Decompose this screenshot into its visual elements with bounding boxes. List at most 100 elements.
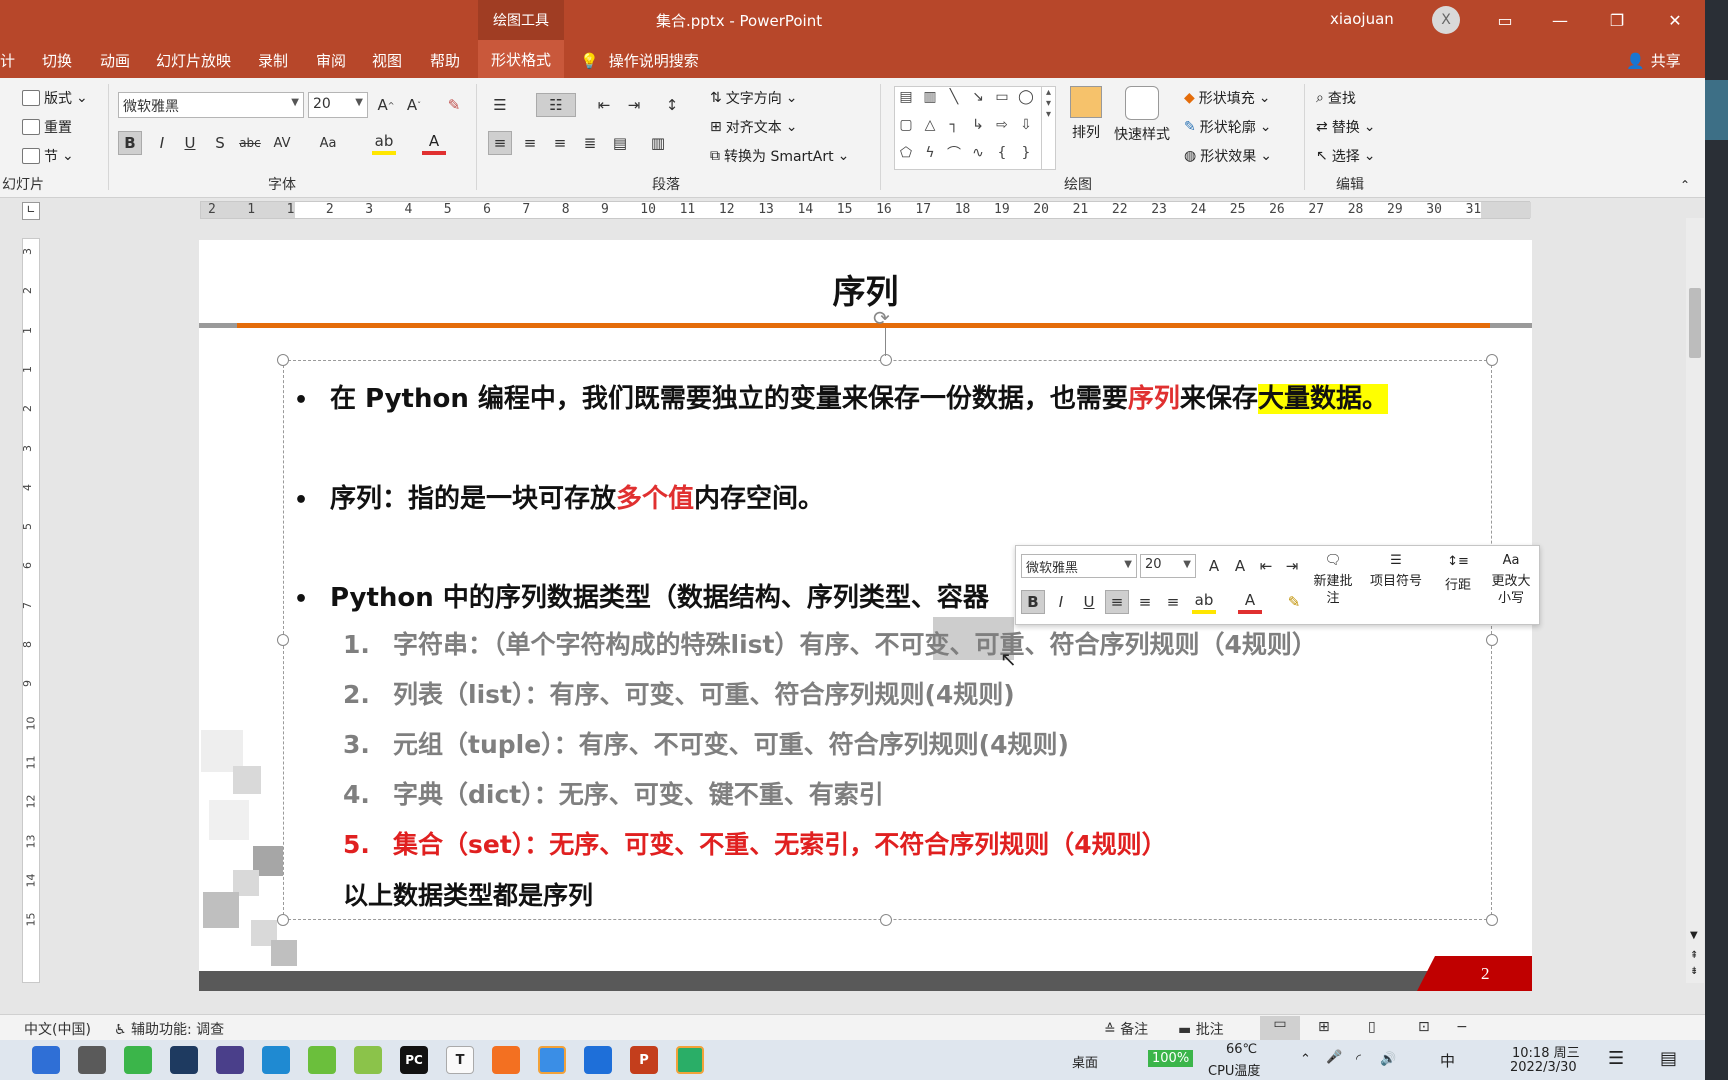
resize-handle[interactable]	[880, 354, 892, 366]
app-icon[interactable]	[78, 1046, 106, 1074]
app-icon[interactable]	[538, 1046, 566, 1074]
change-case-icon[interactable]: Aa	[316, 131, 340, 155]
font-size-combo[interactable]: 20 ▼	[308, 92, 368, 118]
slide-title[interactable]: 序列	[199, 265, 1532, 313]
resize-handle[interactable]	[880, 914, 892, 926]
convert-smartart-button[interactable]: ⧉ 转换为 SmartArt ⌄	[710, 146, 849, 166]
arc-shape-icon[interactable]: ⌒	[945, 145, 963, 162]
app-icon[interactable]	[308, 1046, 336, 1074]
app-icon[interactable]	[354, 1046, 382, 1074]
down-arrow-shape-icon[interactable]: ⇩	[1017, 117, 1035, 133]
scroll-down-icon[interactable]: ▼	[1690, 930, 1698, 941]
rotate-icon[interactable]: ⟳	[873, 306, 890, 330]
grow-font-icon[interactable]: A	[1202, 554, 1226, 578]
columns-icon[interactable]: ▥	[646, 131, 670, 155]
find-button[interactable]: ⌕ 查找	[1316, 88, 1356, 108]
bold-icon[interactable]: B	[118, 131, 142, 155]
clock-date[interactable]: 2022/3/30	[1510, 1060, 1577, 1075]
highlight-icon[interactable]: ab	[1192, 590, 1216, 614]
minimize-icon[interactable]: —	[1535, 0, 1585, 40]
notification-icon[interactable]: ☰	[1608, 1048, 1624, 1069]
bullets-button[interactable]: ☰ 项目符号	[1366, 552, 1426, 590]
ribbon-display-options-icon[interactable]: ▭	[1480, 0, 1530, 40]
rectangle-shape-icon[interactable]: ▭	[993, 89, 1011, 105]
quick-styles-button[interactable]: 快速样式	[1114, 86, 1170, 144]
justify-icon[interactable]: ≣	[578, 131, 602, 155]
collapse-ribbon-icon[interactable]: ⌃	[1680, 178, 1690, 192]
resize-handle[interactable]	[277, 914, 289, 926]
share-button[interactable]: 👤 共享	[1626, 50, 1681, 71]
underline-icon[interactable]: U	[178, 131, 202, 155]
select-button[interactable]: ↖ 选择 ⌄	[1316, 146, 1375, 166]
layout-button[interactable]: 版式 ⌄	[22, 88, 88, 108]
language-status[interactable]: 中文(中国)	[24, 1019, 91, 1039]
microphone-icon[interactable]: 🎤	[1326, 1050, 1342, 1065]
bullets-icon[interactable]: ☰	[488, 93, 512, 117]
prev-slide-icon[interactable]: ⇞	[1690, 950, 1698, 961]
replace-button[interactable]: ⇄ 替换 ⌄	[1316, 117, 1375, 137]
show-hidden-icons-icon[interactable]: ⌃	[1300, 1052, 1311, 1067]
line-shape-icon[interactable]: ╲	[945, 89, 963, 105]
wechat-icon[interactable]	[676, 1046, 704, 1074]
powerpoint-icon[interactable]: P	[630, 1046, 658, 1074]
start-icon[interactable]	[32, 1046, 60, 1074]
arrange-button[interactable]: 排列	[1070, 86, 1102, 142]
section-button[interactable]: 节 ⌄	[22, 146, 74, 166]
tab-view[interactable]: 视图	[372, 50, 402, 71]
restore-icon[interactable]: ❐	[1592, 0, 1642, 40]
vertical-textbox-shape-icon[interactable]: ▥	[921, 89, 939, 105]
font-color-icon[interactable]: A	[1238, 590, 1262, 614]
app-icon[interactable]	[216, 1046, 244, 1074]
elbow-arrow-shape-icon[interactable]: ↳	[969, 117, 987, 133]
tab-slideshow[interactable]: 幻灯片放映	[156, 50, 231, 71]
resize-handle[interactable]	[1486, 354, 1498, 366]
action-center-icon[interactable]: ▤	[1660, 1048, 1677, 1069]
decrease-indent-icon[interactable]: ⇤	[592, 93, 616, 117]
tab-design[interactable]: 计	[0, 50, 15, 71]
app-icon[interactable]	[584, 1046, 612, 1074]
grow-font-icon[interactable]: A ^	[374, 93, 398, 117]
ime-indicator[interactable]: 中	[1440, 1050, 1455, 1071]
slide-sorter-icon[interactable]: ⊞	[1318, 1019, 1330, 1035]
shape-effects-button[interactable]: ◍ 形状效果 ⌄	[1184, 146, 1272, 166]
slideshow-view-icon[interactable]: ⊡	[1418, 1019, 1430, 1035]
new-comment-button[interactable]: 🗨 新建批注	[1312, 552, 1354, 607]
left-brace-shape-icon[interactable]: {	[993, 145, 1011, 161]
resize-handle[interactable]	[277, 634, 289, 646]
scrollbar-thumb[interactable]	[1689, 288, 1701, 358]
desktop-label[interactable]: 桌面	[1072, 1052, 1098, 1071]
comments-button[interactable]: ▬ 批注	[1178, 1019, 1224, 1039]
shape-fill-button[interactable]: ◆ 形状填充 ⌄	[1184, 88, 1271, 108]
user-name[interactable]: xiaojuan	[1330, 10, 1394, 28]
close-icon[interactable]: ✕	[1650, 0, 1700, 40]
line-spacing-icon[interactable]: ↕	[660, 93, 684, 117]
resize-handle[interactable]	[1486, 914, 1498, 926]
char-spacing-icon[interactable]: AV	[270, 131, 294, 155]
increase-indent-icon[interactable]: ⇥	[622, 93, 646, 117]
tab-transitions[interactable]: 切换	[42, 50, 72, 71]
line-spacing-button[interactable]: ↕≡ 行距	[1436, 552, 1480, 596]
elbow-connector-shape-icon[interactable]: ┐	[945, 117, 963, 133]
right-brace-shape-icon[interactable]: }	[1017, 145, 1035, 161]
vscode-icon[interactable]	[262, 1046, 290, 1074]
tab-animations[interactable]: 动画	[100, 50, 130, 71]
next-slide-icon[interactable]: ⇟	[1690, 966, 1698, 977]
change-case-button[interactable]: Aa 更改大小写	[1486, 552, 1536, 607]
text-shadow-icon[interactable]: S	[208, 131, 232, 155]
underline-icon[interactable]: U	[1077, 590, 1101, 614]
reset-button[interactable]: 重置	[22, 117, 72, 137]
align-text-button[interactable]: ⊞ 对齐文本 ⌄	[710, 117, 797, 137]
resize-handle[interactable]	[277, 354, 289, 366]
textbox-shape-icon[interactable]: ▤	[897, 89, 915, 105]
text-direction-button[interactable]: ⇅ 文字方向 ⌄	[710, 88, 797, 108]
clear-formatting-icon[interactable]: ✎	[442, 93, 466, 117]
shape-outline-button[interactable]: ✎ 形状轮廓 ⌄	[1184, 117, 1271, 137]
right-arrow-shape-icon[interactable]: ⇨	[993, 117, 1011, 133]
align-center-icon[interactable]: ≡	[518, 131, 542, 155]
zoom-out-icon[interactable]: −	[1456, 1019, 1468, 1035]
strikethrough-icon[interactable]: abc	[238, 131, 262, 155]
vertical-scrollbar[interactable]: ▼ ⇞ ⇟	[1686, 218, 1704, 983]
shapes-gallery[interactable]: ▤ ▥ ╲ ↘ ▭ ◯ ▢ △ ┐ ↳ ⇨ ⇩ ⬠ ϟ ⌒ ∿ { } ▴ ▾ ▾	[894, 86, 1056, 170]
pycharm-icon[interactable]: PC	[400, 1046, 428, 1074]
increase-indent-icon[interactable]: ⇥	[1280, 554, 1304, 578]
